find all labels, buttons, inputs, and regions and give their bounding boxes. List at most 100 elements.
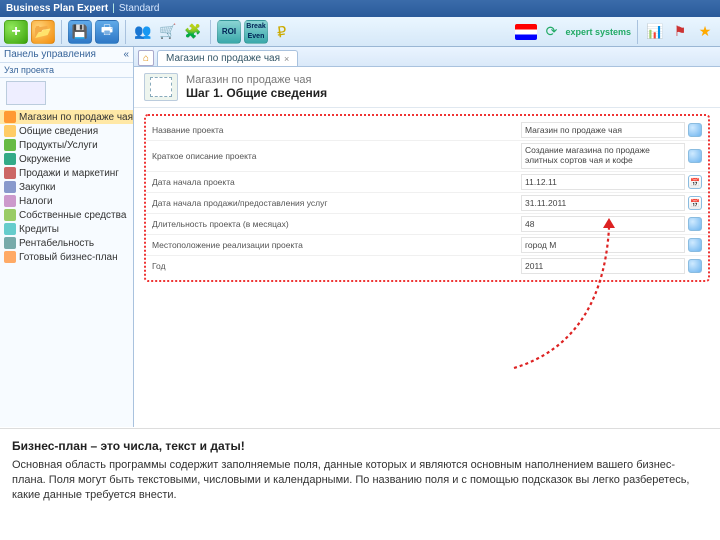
- field-value[interactable]: 11.12.11: [521, 174, 685, 190]
- tree-item-icon: [4, 195, 16, 207]
- tree-item-label: Налоги: [19, 196, 53, 207]
- project-tree: Магазин по продаже чая Общие сведения Прод…: [0, 108, 133, 266]
- note-button[interactable]: [688, 259, 702, 273]
- field-label: Дата начала проекта: [152, 177, 521, 187]
- sidebar-header: Панель управления«: [0, 47, 133, 63]
- collapse-icon[interactable]: «: [123, 49, 129, 60]
- page-subtitle: Магазин по продаже чая: [186, 74, 327, 86]
- note-button[interactable]: [688, 217, 702, 231]
- calendar-button[interactable]: 📅: [688, 196, 702, 210]
- tree-item-icon: [4, 209, 16, 221]
- field-label: Год: [152, 261, 521, 271]
- tree-item-icon: [4, 223, 16, 235]
- field-value[interactable]: Создание магазина по продаже элитных сор…: [521, 143, 685, 169]
- form-row-1: Краткое описание проектаСоздание магазин…: [146, 141, 708, 172]
- breakeven-button[interactable]: BreakEven: [244, 20, 268, 44]
- form-row-2: Дата начала проекта11.12.11📅: [146, 172, 708, 193]
- puzzle-icon[interactable]: 🧩: [182, 21, 204, 43]
- sidebar: Панель управления« Узл проекта Магазин п…: [0, 47, 134, 427]
- tree-item-icon: [4, 111, 16, 123]
- field-label: Местоположение реализации проекта: [152, 240, 521, 250]
- field-label: Дата начала продажи/предоставления услуг: [152, 198, 521, 208]
- tree-item-6[interactable]: Налоги: [0, 194, 133, 208]
- tree-item-9[interactable]: Рентабельность: [0, 236, 133, 250]
- print-button[interactable]: 🖶: [95, 20, 119, 44]
- field-value[interactable]: 48: [521, 216, 685, 232]
- cart-icon[interactable]: 🛒: [157, 21, 179, 43]
- field-label: Краткое описание проекта: [152, 151, 521, 161]
- tree-item-label: Закупки: [19, 182, 55, 193]
- form-row-0: Название проектаМагазин по продаже чая: [146, 120, 708, 141]
- form-row-4: Длительность проекта (в месяцах)48: [146, 214, 708, 235]
- tree-item-1[interactable]: Общие сведения: [0, 124, 133, 138]
- title-bar: Business Plan Expert | Standard: [0, 0, 720, 17]
- refresh-icon[interactable]: ⟳: [540, 21, 562, 43]
- caption-body: Основная область программы содержит запо…: [12, 458, 708, 503]
- tree-item-label: Общие сведения: [19, 126, 98, 137]
- page-title: Шаг 1. Общие сведения: [186, 86, 327, 100]
- field-value[interactable]: 2011: [521, 258, 685, 274]
- tree-item-label: Собственные средства: [19, 210, 126, 221]
- tree-item-2[interactable]: Продукты/Услуги: [0, 138, 133, 152]
- star-icon[interactable]: ★: [694, 21, 716, 43]
- new-button[interactable]: +: [4, 20, 28, 44]
- tree-item-label: Готовый бизнес-план: [19, 252, 118, 263]
- form-row-3: Дата начала продажи/предоставления услуг…: [146, 193, 708, 214]
- users-icon[interactable]: 👥: [132, 21, 154, 43]
- tree-item-label: Продажи и маркетинг: [19, 168, 119, 179]
- main-area: ⌂ Магазин по продаже чая × Магазин по пр…: [134, 47, 720, 427]
- field-value[interactable]: Магазин по продаже чая: [521, 122, 685, 138]
- app-title: Business Plan Expert: [6, 3, 108, 14]
- tree-item-icon: [4, 153, 16, 165]
- tree-item-8[interactable]: Кредиты: [0, 222, 133, 236]
- home-tab-icon[interactable]: ⌂: [138, 50, 154, 66]
- tree-item-icon: [4, 251, 16, 263]
- form-panel: Название проектаМагазин по продаже чаяКр…: [144, 114, 710, 282]
- page-header: Магазин по продаже чая Шаг 1. Общие свед…: [134, 67, 720, 108]
- calendar-button[interactable]: 📅: [688, 175, 702, 189]
- caption-panel: Бизнес-план – это числа, текст и даты! О…: [0, 428, 720, 540]
- language-icon[interactable]: [515, 24, 537, 40]
- sidebar-section[interactable]: Узл проекта: [0, 63, 133, 78]
- chart-icon[interactable]: 📊: [644, 21, 666, 43]
- tree-item-label: Рентабельность: [19, 238, 94, 249]
- tab-close-icon[interactable]: ×: [284, 54, 289, 64]
- tree-item-icon: [4, 167, 16, 179]
- tree-item-0[interactable]: Магазин по продаже чая: [0, 110, 133, 124]
- note-button[interactable]: [688, 149, 702, 163]
- tree-item-icon: [4, 237, 16, 249]
- currency-icon[interactable]: ₽: [271, 21, 293, 43]
- tree-item-label: Окружение: [19, 154, 71, 165]
- tree-item-5[interactable]: Закупки: [0, 180, 133, 194]
- tree-item-icon: [4, 125, 16, 137]
- tree-item-icon: [4, 139, 16, 151]
- tab-label: Магазин по продаже чая: [166, 53, 280, 64]
- field-label: Название проекта: [152, 125, 521, 135]
- note-button[interactable]: [688, 123, 702, 137]
- tree-item-4[interactable]: Продажи и маркетинг: [0, 166, 133, 180]
- header-thumb-icon: [144, 73, 178, 101]
- form-row-5: Местоположение реализации проектагород М: [146, 235, 708, 256]
- roi-button[interactable]: ROI: [217, 20, 241, 44]
- active-tab[interactable]: Магазин по продаже чая ×: [157, 50, 298, 66]
- field-label: Длительность проекта (в месяцах): [152, 219, 521, 229]
- vendor-logo: expert systems: [565, 27, 631, 37]
- open-button[interactable]: 📂: [31, 20, 55, 44]
- note-button[interactable]: [688, 238, 702, 252]
- field-value[interactable]: 31.11.2011: [521, 195, 685, 211]
- tree-item-3[interactable]: Окружение: [0, 152, 133, 166]
- field-value[interactable]: город М: [521, 237, 685, 253]
- form-row-6: Год2011: [146, 256, 708, 276]
- tree-item-10[interactable]: Готовый бизнес-план: [0, 250, 133, 264]
- caption-heading: Бизнес-план – это числа, текст и даты!: [12, 439, 708, 453]
- save-button[interactable]: 💾: [68, 20, 92, 44]
- tree-item-label: Кредиты: [19, 224, 59, 235]
- tree-item-icon: [4, 181, 16, 193]
- tree-item-7[interactable]: Собственные средства: [0, 208, 133, 222]
- tree-item-label: Магазин по продаже чая: [19, 112, 133, 123]
- tab-row: ⌂ Магазин по продаже чая ×: [134, 47, 720, 67]
- flag-icon[interactable]: ⚑: [669, 21, 691, 43]
- tree-item-label: Продукты/Услуги: [19, 140, 98, 151]
- ribbon: + 📂 💾 🖶 👥 🛒 🧩 ROI BreakEven ₽ ⟳ expert s…: [0, 17, 720, 47]
- app-mode: Standard: [119, 3, 160, 14]
